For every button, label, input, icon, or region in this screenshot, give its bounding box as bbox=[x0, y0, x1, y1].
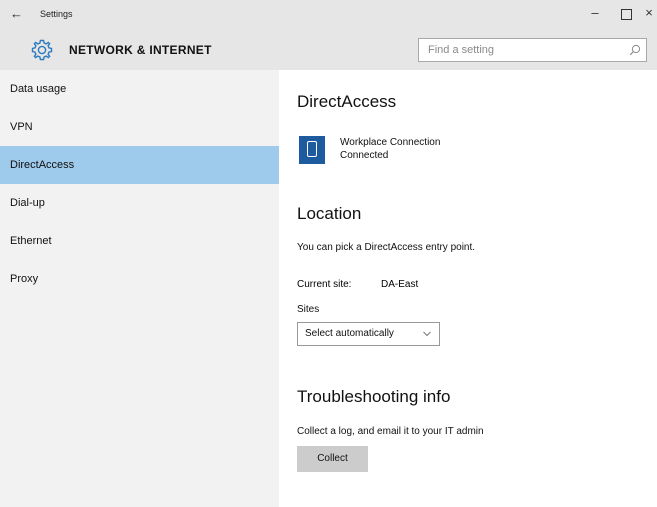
troubleshooting-description: Collect a log, and email it to your IT a… bbox=[297, 426, 484, 437]
chevron-down-icon bbox=[423, 331, 431, 337]
connection-name: Workplace Connection bbox=[340, 137, 441, 148]
sidebar-item-dial-up[interactable]: Dial-up bbox=[0, 184, 279, 222]
title-bar: ← Settings – × bbox=[0, 0, 657, 30]
minimize-button[interactable]: – bbox=[585, 5, 605, 20]
close-button[interactable]: × bbox=[639, 5, 657, 20]
location-heading: Location bbox=[297, 204, 362, 223]
connection-status: Connected bbox=[340, 150, 389, 161]
sidebar: Data usage VPN DirectAccess Dial-up Ethe… bbox=[0, 70, 279, 507]
collect-button[interactable]: Collect bbox=[297, 446, 368, 472]
sidebar-item-directaccess[interactable]: DirectAccess bbox=[0, 146, 279, 184]
maximize-icon bbox=[620, 9, 632, 20]
current-site-label: Current site: bbox=[297, 279, 352, 290]
main-content: DirectAccess Workplace Connection Connec… bbox=[279, 70, 657, 507]
sidebar-item-proxy[interactable]: Proxy bbox=[0, 260, 279, 298]
settings-header: NETWORK & INTERNET bbox=[0, 30, 657, 70]
section-title: NETWORK & INTERNET bbox=[69, 43, 212, 57]
troubleshooting-heading: Troubleshooting info bbox=[297, 387, 451, 406]
search-icon[interactable] bbox=[629, 44, 641, 56]
sidebar-item-vpn[interactable]: VPN bbox=[0, 108, 279, 146]
search-box[interactable] bbox=[418, 38, 647, 62]
sites-selected-value: Select automatically bbox=[305, 328, 394, 339]
sites-label: Sites bbox=[297, 304, 320, 315]
directaccess-heading: DirectAccess bbox=[297, 92, 397, 111]
current-site-value: DA-East bbox=[381, 279, 419, 290]
search-input[interactable] bbox=[419, 39, 628, 61]
gear-icon bbox=[31, 39, 53, 61]
sites-dropdown[interactable]: Select automatically bbox=[297, 322, 440, 346]
maximize-button[interactable] bbox=[616, 4, 636, 23]
sidebar-item-ethernet[interactable]: Ethernet bbox=[0, 222, 279, 260]
workplace-connection-icon bbox=[299, 136, 325, 164]
device-screen-icon bbox=[307, 141, 317, 157]
window-title: Settings bbox=[40, 9, 73, 19]
sidebar-item-data-usage[interactable]: Data usage bbox=[0, 70, 279, 108]
location-description: You can pick a DirectAccess entry point. bbox=[297, 242, 476, 253]
back-arrow-icon[interactable]: ← bbox=[10, 6, 23, 21]
